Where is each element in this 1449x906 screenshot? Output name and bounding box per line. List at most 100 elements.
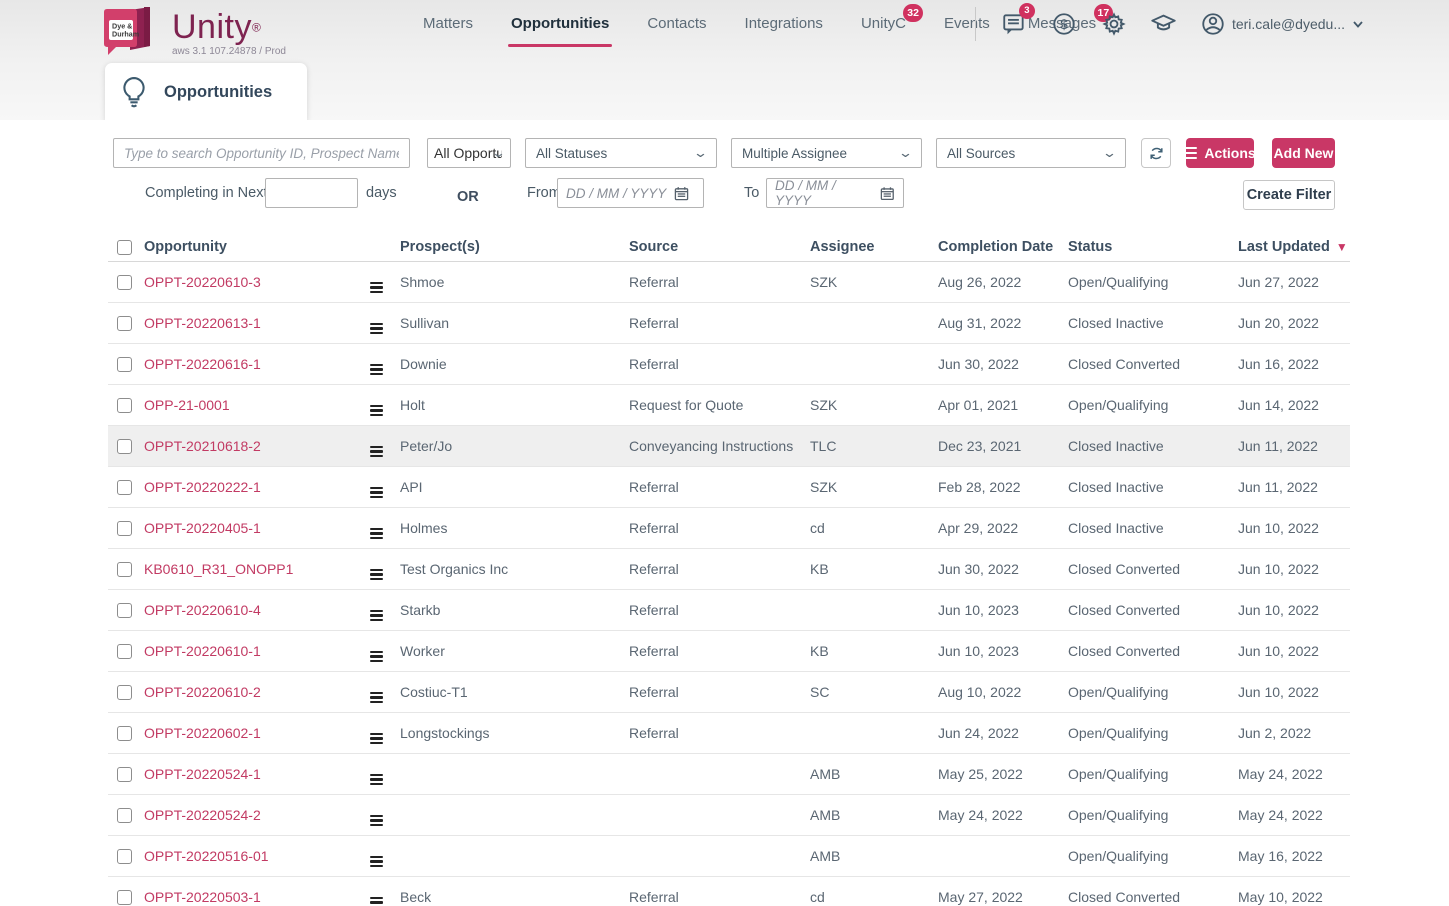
row-checkbox[interactable] — [117, 767, 132, 782]
table-row[interactable]: OPPT-20220610-4 Starkb Referral Jun 10, … — [108, 590, 1350, 631]
row-menu-icon[interactable] — [370, 364, 383, 376]
row-menu-icon[interactable] — [370, 774, 383, 786]
row-menu-icon[interactable] — [370, 282, 383, 294]
row-checkbox[interactable] — [117, 439, 132, 454]
chat-notifications-button[interactable]: 3 — [1000, 10, 1028, 38]
table-row[interactable]: OPPT-20220613-1 Sullivan Referral Aug 31… — [108, 303, 1350, 344]
row-menu-icon[interactable] — [370, 528, 383, 540]
column-header-assignee[interactable]: Assignee — [810, 239, 938, 255]
table-row[interactable]: OPPT-20220405-1 Holmes Referral cd Apr 2… — [108, 508, 1350, 549]
table-row[interactable]: OPPT-20220602-1 Longstockings Referral J… — [108, 713, 1350, 754]
source-dropdown[interactable]: All Sources ⌄ — [936, 138, 1126, 168]
row-menu-icon[interactable] — [370, 856, 383, 868]
row-menu-icon[interactable] — [370, 692, 383, 704]
table-row[interactable]: OPPT-20220503-1 Beck Referral cd May 27,… — [108, 877, 1350, 906]
column-header-last-updated[interactable]: Last Updated▼ — [1238, 239, 1350, 255]
nav-item-unityc[interactable]: UnityC32 — [842, 0, 925, 47]
row-checkbox[interactable] — [117, 357, 132, 372]
row-checkbox[interactable] — [117, 685, 132, 700]
row-checkbox[interactable] — [117, 726, 132, 741]
row-menu-icon[interactable] — [370, 569, 383, 581]
row-checkbox[interactable] — [117, 316, 132, 331]
completion-date-cell: Feb 28, 2022 — [938, 479, 1068, 495]
row-menu-icon[interactable] — [370, 487, 383, 499]
table-row[interactable]: OPPT-20220610-1 Worker Referral KB Jun 1… — [108, 631, 1350, 672]
opportunity-id-link[interactable]: OPPT-20220405-1 — [144, 520, 370, 536]
opportunity-id-link[interactable]: OPPT-20220222-1 — [144, 479, 370, 495]
table-row[interactable]: OPP-21-0001 Holt Request for Quote SZK A… — [108, 385, 1350, 426]
row-checkbox[interactable] — [117, 644, 132, 659]
opportunity-id-link[interactable]: OPPT-20220524-2 — [144, 807, 370, 823]
opportunity-id-link[interactable]: OPPT-20220516-01 — [144, 848, 370, 864]
opportunity-id-link[interactable]: OPPT-20220503-1 — [144, 889, 370, 905]
opportunity-id-link[interactable]: OPPT-20220610-3 — [144, 274, 370, 290]
status-cell: Closed Converted — [1068, 889, 1238, 905]
row-menu-icon[interactable] — [370, 405, 383, 417]
table-row[interactable]: OPPT-20220610-3 Shmoe Referral SZK Aug 2… — [108, 262, 1350, 303]
row-menu-icon[interactable] — [370, 446, 383, 458]
status-dropdown[interactable]: All Statuses ⌄ — [525, 138, 717, 168]
opportunity-id-link[interactable]: OPPT-20220616-1 — [144, 356, 370, 372]
row-checkbox[interactable] — [117, 398, 132, 413]
row-checkbox[interactable] — [117, 890, 132, 905]
billing-button[interactable]: $ — [1050, 10, 1078, 38]
table-row[interactable]: KB0610_R31_ONOPP1 Test Organics Inc Refe… — [108, 549, 1350, 590]
opportunity-id-link[interactable]: OPPT-20210618-2 — [144, 438, 370, 454]
opportunity-id-link[interactable]: OPPT-20220602-1 — [144, 725, 370, 741]
settings-button[interactable] — [1100, 10, 1128, 38]
row-menu-icon[interactable] — [370, 323, 383, 335]
opportunity-type-dropdown[interactable]: All Opportuni ⌄ — [427, 138, 511, 168]
refresh-button[interactable] — [1141, 138, 1171, 168]
opportunity-id-link[interactable]: OPPT-20220613-1 — [144, 315, 370, 331]
row-menu-icon[interactable] — [370, 815, 383, 827]
create-filter-button[interactable]: Create Filter — [1243, 180, 1335, 210]
table-row[interactable]: OPPT-20220516-01 AMB Open/Qualifying May… — [108, 836, 1350, 877]
add-new-button[interactable]: Add New — [1272, 138, 1335, 168]
assignee-dropdown[interactable]: Multiple Assignee ⌄ — [731, 138, 922, 168]
from-date-input[interactable]: DD / MM / YYYY — [557, 178, 704, 208]
opportunity-id-link[interactable]: OPPT-20220524-1 — [144, 766, 370, 782]
table-row[interactable]: OPPT-20220616-1 Downie Referral Jun 30, … — [108, 344, 1350, 385]
row-checkbox[interactable] — [117, 480, 132, 495]
row-menu-icon[interactable] — [370, 651, 383, 663]
brand-logo[interactable]: Dye & Durham Unity® aws 3.1 107.24878 / … — [100, 6, 286, 58]
opportunity-id-link[interactable]: OPPT-20220610-1 — [144, 643, 370, 659]
column-header-prospects[interactable]: Prospect(s) — [400, 239, 629, 255]
table-row[interactable]: OPPT-20210618-2 Peter/Jo Conveyancing In… — [108, 426, 1350, 467]
opportunity-id-link[interactable]: OPPT-20220610-2 — [144, 684, 370, 700]
nav-item-matters[interactable]: Matters — [404, 0, 492, 47]
learning-button[interactable] — [1150, 10, 1178, 38]
column-header-opportunity[interactable]: Opportunity — [144, 239, 370, 255]
to-date-input[interactable]: DD / MM / YYYY — [766, 178, 904, 208]
table-row[interactable]: OPPT-20220524-1 AMB May 25, 2022 Open/Qu… — [108, 754, 1350, 795]
table-row[interactable]: OPPT-20220610-2 Costiuc-T1 Referral SC A… — [108, 672, 1350, 713]
column-header-source[interactable]: Source — [629, 239, 810, 255]
row-checkbox[interactable] — [117, 562, 132, 577]
page-tab-opportunities[interactable]: Opportunities — [105, 63, 307, 121]
opportunity-id-link[interactable]: OPP-21-0001 — [144, 397, 370, 413]
opportunity-id-link[interactable]: OPPT-20220610-4 — [144, 602, 370, 618]
table-row[interactable]: OPPT-20220524-2 AMB May 24, 2022 Open/Qu… — [108, 795, 1350, 836]
row-checkbox[interactable] — [117, 808, 132, 823]
user-menu[interactable]: teri.cale@dyedu... — [1200, 11, 1365, 37]
search-input[interactable] — [113, 138, 410, 168]
row-checkbox[interactable] — [117, 275, 132, 290]
column-header-status[interactable]: Status — [1068, 239, 1238, 255]
select-all-checkbox[interactable] — [117, 240, 132, 255]
table-row[interactable]: OPPT-20220222-1 API Referral SZK Feb 28,… — [108, 467, 1350, 508]
nav-item-integrations[interactable]: Integrations — [726, 0, 842, 47]
nav-item-opportunities[interactable]: Opportunities — [492, 0, 628, 47]
row-checkbox[interactable] — [117, 521, 132, 536]
completing-days-input[interactable] — [265, 178, 358, 208]
source-cell: Request for Quote — [629, 397, 810, 413]
actions-button[interactable]: Actions — [1186, 138, 1254, 168]
nav-label: Contacts — [647, 15, 706, 32]
row-checkbox[interactable] — [117, 849, 132, 864]
column-header-completion-date[interactable]: Completion Date — [938, 239, 1068, 255]
row-menu-icon[interactable] — [370, 897, 383, 906]
row-checkbox[interactable] — [117, 603, 132, 618]
row-menu-icon[interactable] — [370, 733, 383, 745]
nav-item-contacts[interactable]: Contacts — [628, 0, 725, 47]
opportunity-id-link[interactable]: KB0610_R31_ONOPP1 — [144, 561, 370, 577]
row-menu-icon[interactable] — [370, 610, 383, 622]
